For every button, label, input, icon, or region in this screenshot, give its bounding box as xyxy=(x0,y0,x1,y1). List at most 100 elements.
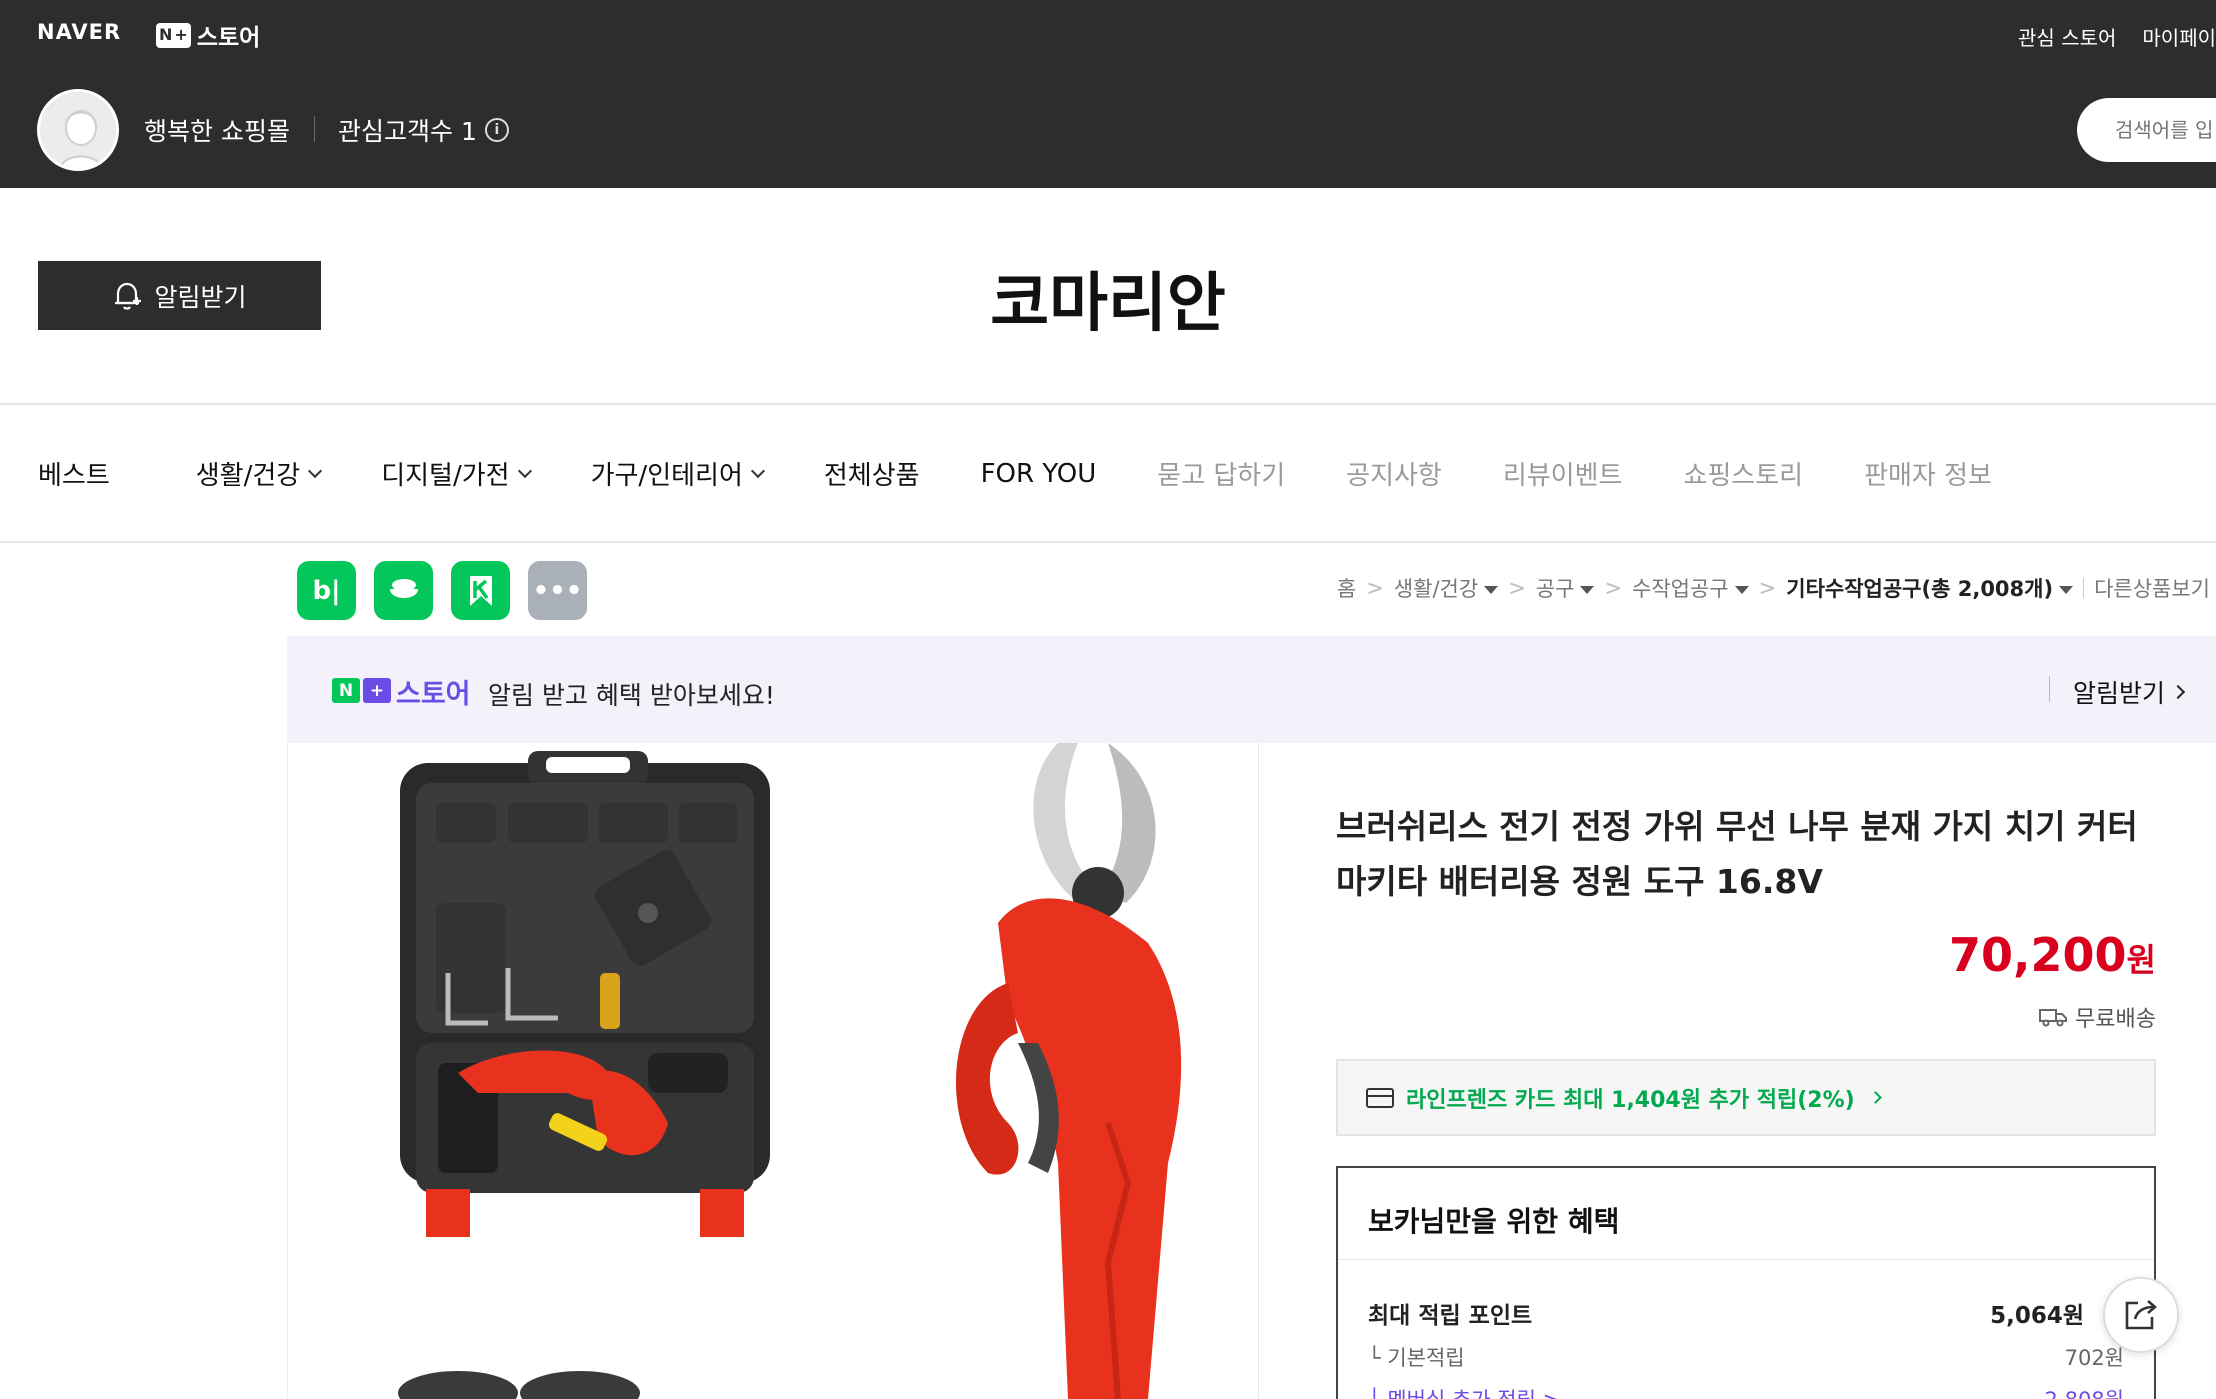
nplus-badge-icon: N + xyxy=(332,678,391,703)
divider xyxy=(0,403,2216,405)
card-benefit-text: 라인프렌즈 카드 최대 1,404원 추가 적립(2%) xyxy=(1406,1087,1855,1113)
nav-item-label: 가구/인테리어 xyxy=(590,461,743,491)
bookmark-icon xyxy=(469,575,492,606)
nav-item-label: FOR YOU xyxy=(980,458,1097,489)
nav-item-3[interactable]: 가구/인테리어 xyxy=(590,455,765,492)
breadcrumb: 홈 > 생활/건강 > 공구 > 수작업공구 > 기타수작업공구(총 2,008… xyxy=(1337,573,2210,603)
band-icon[interactable]: b| xyxy=(297,561,356,620)
basic-point-row: └ 기본적립 702원 xyxy=(1368,1342,2124,1372)
price-value: 70,200 xyxy=(1949,928,2127,982)
store-name[interactable]: 행복한 쇼핑몰 xyxy=(144,112,290,148)
breadcrumb-item[interactable]: 공구 xyxy=(1536,573,1595,603)
top-bar: NAVER N + 스토어 관심 스토어 마이페이 행복한 쇼핑몰 관심고객수 1… xyxy=(0,0,2216,188)
chevron-right-icon xyxy=(2170,684,2186,700)
divider xyxy=(2049,676,2050,702)
share-icon xyxy=(2125,1300,2157,1330)
membership-point-row[interactable]: └ 멤버십 추가 적립 > 2,808원 xyxy=(1368,1384,2124,1399)
nav-item-label: 공지사항 xyxy=(1346,461,1442,491)
search-input[interactable] xyxy=(2077,98,2216,162)
truck-icon xyxy=(2039,1009,2068,1027)
nplus-badge-icon: N + xyxy=(156,22,191,48)
cup-icon xyxy=(389,578,418,598)
naver-logo[interactable]: NAVER xyxy=(37,20,121,44)
membership-point-label: └ 멤버십 추가 적립 > xyxy=(1368,1384,1560,1399)
price-unit: 원 xyxy=(2126,941,2156,979)
nav-item-label: 디지털/가전 xyxy=(381,461,510,491)
credit-card-icon xyxy=(1366,1087,1394,1108)
promo-text: 알림 받고 혜택 받아보세요! xyxy=(488,681,775,710)
product-photo xyxy=(398,743,1182,1399)
nav-item-label: 리뷰이벤트 xyxy=(1502,461,1623,491)
promo-banner: N + 스토어 알림 받고 혜택 받아보세요! 알림받기 xyxy=(287,636,2216,743)
chevron-down-icon xyxy=(517,463,532,478)
shipping-label: 무료배송 xyxy=(2075,1007,2156,1032)
keep-icon[interactable] xyxy=(451,561,510,620)
divider xyxy=(2083,578,2085,598)
shipping-info: 무료배송 xyxy=(2039,1001,2156,1033)
card-benefit-banner[interactable]: 라인프렌즈 카드 최대 1,404원 추가 적립(2%) xyxy=(1336,1059,2156,1136)
mypage-link[interactable]: 마이페이 xyxy=(2142,22,2216,51)
nav-item-6[interactable]: 묻고 답하기 xyxy=(1157,455,1285,492)
nav-item-label: 생활/건강 xyxy=(195,461,301,491)
divider xyxy=(314,116,315,142)
cafe-icon[interactable] xyxy=(374,561,433,620)
chevron-down-icon xyxy=(308,463,323,478)
breadcrumb-current[interactable]: 기타수작업공구(총 2,008개) xyxy=(1786,573,2074,603)
product-title: 브러쉬리스 전기 전정 가위 무선 나무 분재 가지 치기 커터 마키타 배터리… xyxy=(1336,807,2138,901)
max-point-row: 최대 적립 포인트 5,064원 xyxy=(1368,1296,2124,1330)
more-icon[interactable]: ••• xyxy=(528,561,587,620)
max-point-value: 5,064원 xyxy=(1990,1303,2084,1329)
product-price: 70,200원 xyxy=(1949,928,2156,982)
share-icons: b| ••• xyxy=(297,561,587,620)
dropdown-icon xyxy=(1734,586,1749,594)
nav-item-label: 판매자 정보 xyxy=(1864,461,1992,491)
nav-item-4[interactable]: 전체상품 xyxy=(824,455,920,492)
breadcrumb-home[interactable]: 홈 xyxy=(1337,573,1356,603)
dropdown-icon xyxy=(1484,586,1499,594)
info-icon[interactable]: i xyxy=(484,118,509,142)
nav-item-9[interactable]: 쇼핑스토리 xyxy=(1683,455,1803,492)
nav-item-5[interactable]: FOR YOU xyxy=(981,459,1097,489)
avatar-icon xyxy=(40,92,116,168)
fan-count-label: 관심고객수 1 xyxy=(338,117,477,146)
dropdown-icon xyxy=(1580,586,1595,594)
favorite-stores-link[interactable]: 관심 스토어 xyxy=(2018,22,2116,51)
breadcrumb-separator: > xyxy=(1604,576,1623,600)
product-image[interactable] xyxy=(287,743,1259,1399)
benefit-title: 보카님만을 위한 혜택 xyxy=(1368,1205,1620,1238)
basic-point-value: 702원 xyxy=(2064,1346,2124,1370)
nav-item-10[interactable]: 판매자 정보 xyxy=(1864,455,1992,492)
benefit-box: 보카님만을 위한 혜택 최대 적립 포인트 5,064원 └ 기본적립 702원… xyxy=(1336,1166,2156,1399)
breadcrumb-separator: > xyxy=(1366,576,1384,600)
nplus-store-logo[interactable]: N + 스토어 xyxy=(156,18,260,52)
chevron-down-icon xyxy=(750,463,765,478)
nav-item-7[interactable]: 공지사항 xyxy=(1346,455,1442,492)
category-nav: 베스트 생활/건강 디지털/가전 가구/인테리어 전체상품 FOR YOU 묻고 답하기 공지… xyxy=(38,455,1992,492)
nav-item-label: 베스트 xyxy=(38,461,110,491)
promo-store-label: 스토어 xyxy=(396,679,471,710)
promo-alarm-button[interactable]: 알림받기 xyxy=(2073,674,2186,710)
nav-item-2[interactable]: 디지털/가전 xyxy=(381,455,532,492)
store-avatar[interactable] xyxy=(37,89,119,171)
nav-item-0[interactable]: 베스트 xyxy=(38,455,110,492)
fan-count: 관심고객수 1 i xyxy=(338,112,509,148)
breadcrumb-item[interactable]: 생활/건강 xyxy=(1394,573,1499,603)
breadcrumb-separator: > xyxy=(1508,576,1526,600)
other-products-link[interactable]: 다른상품보기 xyxy=(2094,573,2210,603)
divider xyxy=(0,541,2216,543)
membership-point-value: 2,808원 xyxy=(2045,1384,2124,1399)
nav-item-1[interactable]: 생활/건강 xyxy=(195,455,323,492)
divider xyxy=(1338,1259,2154,1260)
nav-item-8[interactable]: 리뷰이벤트 xyxy=(1503,455,1623,492)
basic-point-label: └ 기본적립 xyxy=(1368,1346,1465,1370)
breadcrumb-item[interactable]: 수작업공구 xyxy=(1632,573,1749,603)
store-title[interactable]: 코마리안 xyxy=(0,252,2216,344)
nav-item-label: 묻고 답하기 xyxy=(1157,461,1286,491)
share-button[interactable] xyxy=(2103,1277,2179,1353)
nav-item-label: 쇼핑스토리 xyxy=(1683,461,1804,491)
top-links: 관심 스토어 마이페이 xyxy=(2018,22,2216,51)
nav-item-label: 전체상품 xyxy=(823,461,920,491)
max-point-label: 최대 적립 포인트 xyxy=(1368,1303,1533,1329)
chevron-right-icon xyxy=(1868,1091,1882,1104)
dropdown-icon xyxy=(2059,586,2074,594)
